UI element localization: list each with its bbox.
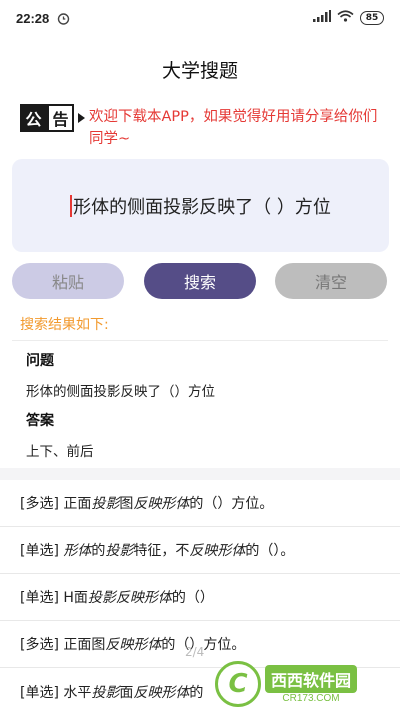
highlighted-keyword: 投影反映形体 — [87, 590, 172, 606]
question-text-part: H面 — [63, 590, 88, 606]
question-type-tag: [单选] — [20, 543, 64, 559]
divider — [12, 340, 388, 341]
question-text: 形体的侧面投影反映了（）方位 — [26, 384, 215, 400]
highlighted-keyword: 形体 — [63, 543, 92, 559]
page-title: 大学搜题 — [161, 60, 238, 82]
highlighted-keyword: 投影 — [91, 685, 120, 701]
watermark-main: 西西软件园 — [265, 664, 358, 693]
signal-icon — [313, 10, 331, 26]
notice-badge-right: 告 — [47, 104, 74, 132]
question-text-part: 正面 — [63, 496, 92, 512]
status-icons: 85 — [313, 10, 384, 26]
notice-banner: 公 告 欢迎下载本APP，如果觉得好用请分享给你们同学~ — [20, 104, 390, 150]
list-item[interactable]: [单选] 形体的投影 特征，不 反映形体 的（）。 — [0, 527, 400, 574]
highlighted-keyword: 反映形体 — [133, 496, 190, 512]
question-type-tag: [多选] — [20, 496, 64, 512]
alarm-icon — [57, 12, 70, 25]
page-indicator: 2/4 — [185, 645, 205, 659]
question-type-tag: [多选] — [20, 637, 64, 653]
wifi-icon — [337, 10, 354, 26]
watermark-logo-icon: C — [215, 661, 261, 707]
question-text-part: 的（）方位。 — [189, 496, 274, 512]
question-text-part: 正面图 — [63, 637, 106, 653]
question-text-part: 的（）。 — [245, 543, 295, 559]
question-text-part: 面 — [119, 685, 134, 701]
question-text-part: 特征，不 — [133, 543, 190, 559]
results-header: 搜索结果如下: — [20, 317, 109, 333]
section-separator — [0, 468, 400, 480]
question-text-part: 图 — [119, 496, 134, 512]
question-type-tag: [单选] — [20, 685, 64, 701]
list-item[interactable]: [单选] H面 投影反映形体 的（） — [0, 574, 400, 621]
answer-card: 问题 形体的侧面投影反映了（）方位 答案 上下、前后 — [12, 343, 388, 468]
notice-arrow-icon — [78, 113, 85, 123]
highlighted-keyword: 投影 — [105, 543, 134, 559]
highlighted-keyword: 反映形体 — [133, 685, 190, 701]
highlighted-keyword: 反映形体 — [189, 543, 246, 559]
query-input[interactable]: 形体的侧面投影反映了（ ）方位 — [12, 159, 389, 252]
answer-label: 答案 — [26, 413, 54, 429]
question-text-part: 的 — [91, 543, 106, 559]
notice-text: 欢迎下载本APP，如果觉得好用请分享给你们同学~ — [89, 109, 378, 147]
notice-badge: 公 告 — [20, 104, 74, 132]
highlighted-keyword: 投影 — [91, 496, 120, 512]
question-label: 问题 — [26, 353, 54, 369]
status-bar: 22:28 85 — [0, 0, 400, 36]
question-text-part: 的 — [189, 685, 204, 701]
watermark-sub: CR173.COM — [282, 692, 340, 704]
notice-badge-left: 公 — [20, 104, 47, 132]
text-cursor — [70, 194, 73, 217]
query-text: 形体的侧面投影反映了（ ）方位 — [73, 196, 331, 218]
question-type-tag: [单选] — [20, 590, 64, 606]
list-item[interactable]: [多选] 正面 投影图反映形体 的（）方位。 — [0, 480, 400, 527]
answer-text: 上下、前后 — [26, 444, 94, 460]
paste-button[interactable]: 粘贴 — [12, 263, 124, 299]
battery-icon: 85 — [360, 11, 384, 25]
question-text-part: 水平 — [63, 685, 92, 701]
search-button[interactable]: 搜索 — [144, 263, 256, 299]
highlighted-keyword: 反映形体 — [105, 637, 162, 653]
watermark: C 西西软件园 CR173.COM — [215, 660, 385, 708]
question-text-part: 的（） — [171, 590, 214, 606]
clear-button[interactable]: 清空 — [275, 263, 387, 299]
status-time: 22:28 — [16, 10, 50, 26]
